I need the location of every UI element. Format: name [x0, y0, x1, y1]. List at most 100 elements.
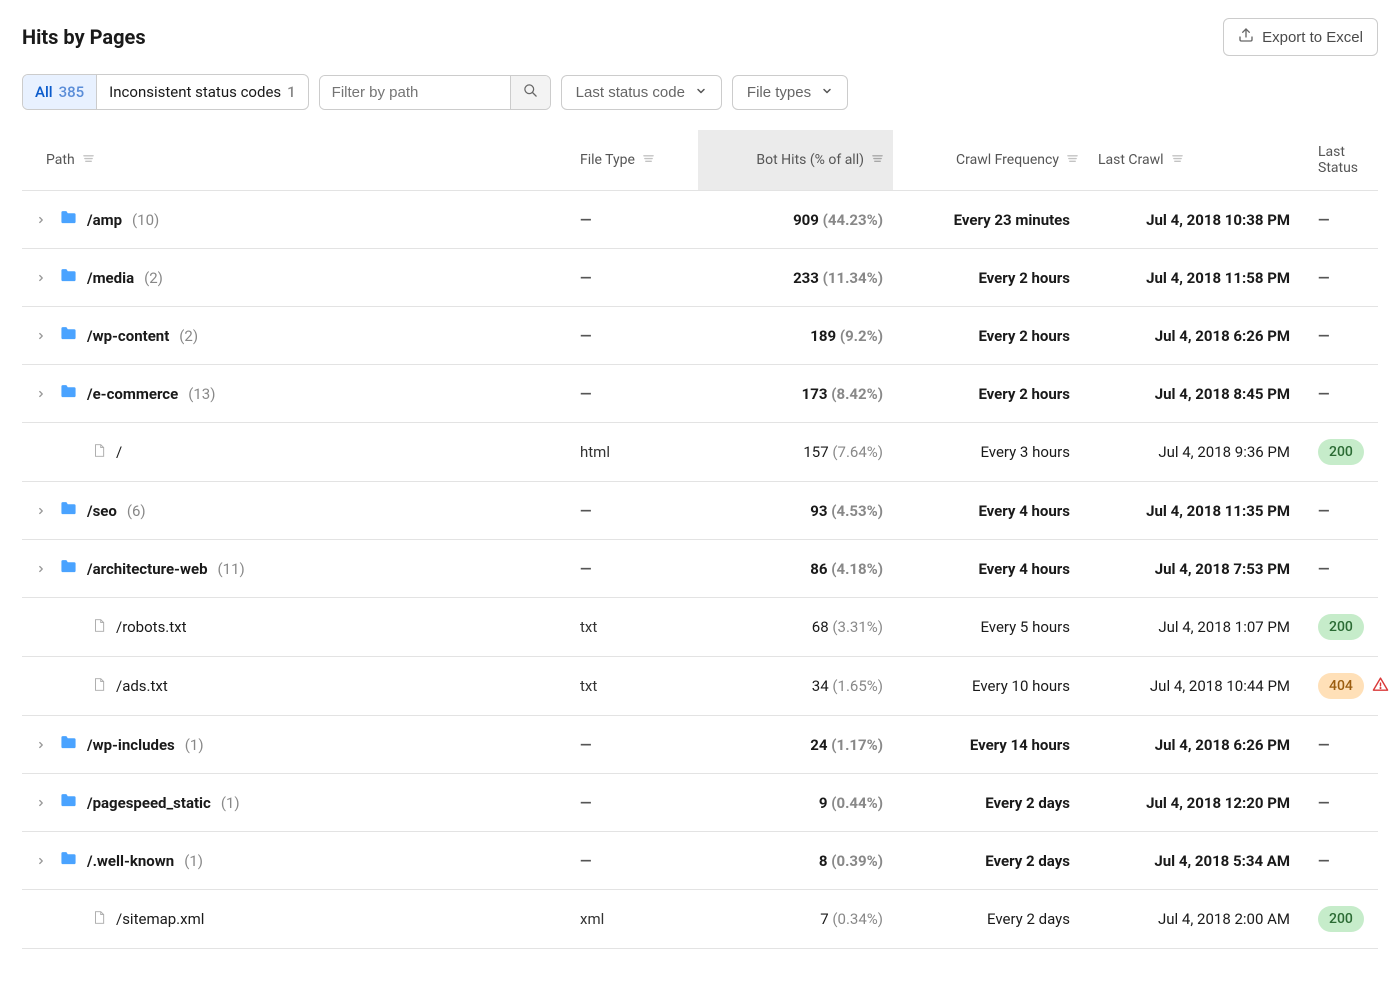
path-cell: /robots.txt — [22, 601, 570, 654]
laststatus-cell: 200 — [1308, 890, 1378, 948]
laststatus-cell: 200 — [1308, 598, 1378, 656]
status-badge: 200 — [1318, 439, 1364, 465]
path-cell: /e-commerce(13) — [22, 368, 570, 419]
table-row[interactable]: /sitemap.xmlxml7 (0.34%)Every 2 daysJul … — [22, 890, 1378, 949]
export-to-excel-button[interactable]: Export to Excel — [1223, 18, 1378, 56]
bothits-value: 24 — [810, 736, 827, 754]
path-count: (1) — [185, 736, 204, 754]
lastcrawl-cell: Jul 4, 2018 6:26 PM — [1088, 720, 1308, 770]
crawlfreq-cell: Every 5 hours — [893, 602, 1088, 652]
expand-chevron-icon[interactable] — [32, 211, 50, 229]
expand-chevron-icon[interactable] — [32, 852, 50, 870]
filetype-cell: — — [570, 195, 698, 245]
crawlfreq-cell: Every 3 hours — [893, 427, 1088, 477]
lastcrawl-cell: Jul 4, 2018 11:58 PM — [1088, 253, 1308, 303]
filetype-cell: txt — [570, 602, 698, 652]
expand-chevron-icon[interactable] — [32, 560, 50, 578]
bothits-cell: 173 (8.42%) — [698, 369, 893, 419]
laststatus-cell: — — [1308, 486, 1378, 536]
path-name: /sitemap.xml — [116, 910, 204, 928]
path-name: /ads.txt — [116, 677, 168, 695]
col-path-label: Path — [46, 152, 75, 168]
chevron-down-icon — [695, 84, 707, 101]
bothits-cell: 189 (9.2%) — [698, 311, 893, 361]
sort-icon — [872, 152, 883, 168]
bothits-cell: 93 (4.53%) — [698, 486, 893, 536]
filetype-cell: — — [570, 544, 698, 594]
tab-inconsistent[interactable]: Inconsistent status codes 1 — [97, 75, 308, 109]
table-row[interactable]: /amp(10)—909 (44.23%)Every 23 minutesJul… — [22, 191, 1378, 249]
folder-icon — [60, 326, 77, 345]
warning-icon — [1372, 676, 1389, 697]
lastcrawl-cell: Jul 4, 2018 12:20 PM — [1088, 778, 1308, 828]
table-row[interactable]: /html157 (7.64%)Every 3 hoursJul 4, 2018… — [22, 423, 1378, 482]
last-status-code-dropdown[interactable]: Last status code — [561, 75, 722, 110]
col-lastcrawl[interactable]: Last Crawl — [1088, 130, 1308, 190]
expand-chevron-icon[interactable] — [32, 269, 50, 287]
sort-icon — [1067, 152, 1078, 168]
expand-chevron-icon[interactable] — [32, 736, 50, 754]
sort-icon — [83, 152, 94, 168]
bothits-pct: (4.53%) — [831, 502, 883, 520]
path-cell: /wp-content(2) — [22, 310, 570, 361]
page-title: Hits by Pages — [22, 25, 146, 49]
col-filetype-label: File Type — [580, 152, 635, 168]
expand-chevron-icon[interactable] — [32, 385, 50, 403]
search-input[interactable] — [320, 76, 510, 109]
col-bothits[interactable]: Bot Hits (% of all) — [698, 130, 893, 190]
path-name: / — [116, 443, 122, 461]
lastcrawl-cell: Jul 4, 2018 9:36 PM — [1088, 427, 1308, 477]
col-path[interactable]: Path — [22, 130, 570, 190]
table-row[interactable]: /media(2)—233 (11.34%)Every 2 hoursJul 4… — [22, 249, 1378, 307]
bothits-cell: 9 (0.44%) — [698, 778, 893, 828]
table-row[interactable]: /wp-includes(1)—24 (1.17%)Every 14 hours… — [22, 716, 1378, 774]
table-row[interactable]: /e-commerce(13)—173 (8.42%)Every 2 hours… — [22, 365, 1378, 423]
table-row[interactable]: /.well-known(1)—8 (0.39%)Every 2 daysJul… — [22, 832, 1378, 890]
path-cell: /media(2) — [22, 252, 570, 303]
expand-chevron-icon[interactable] — [32, 327, 50, 345]
table-row[interactable]: /wp-content(2)—189 (9.2%)Every 2 hoursJu… — [22, 307, 1378, 365]
folder-icon — [60, 501, 77, 520]
bothits-pct: (0.39%) — [831, 852, 883, 870]
crawlfreq-cell: Every 4 hours — [893, 486, 1088, 536]
file-types-dropdown[interactable]: File types — [732, 75, 848, 110]
expand-chevron-icon[interactable] — [32, 502, 50, 520]
table-header: Path File Type Bot Hits (% of all) Crawl… — [22, 130, 1378, 191]
path-count: (10) — [132, 211, 159, 229]
filetype-cell: — — [570, 778, 698, 828]
table-row[interactable]: /seo(6)—93 (4.53%)Every 4 hoursJul 4, 20… — [22, 482, 1378, 540]
col-crawlfreq[interactable]: Crawl Frequency — [893, 130, 1088, 190]
table-row[interactable]: /pagespeed_static(1)—9 (0.44%)Every 2 da… — [22, 774, 1378, 832]
lastcrawl-cell: Jul 4, 2018 5:34 AM — [1088, 836, 1308, 886]
bothits-value: 909 — [793, 211, 819, 229]
table-row[interactable]: /robots.txttxt68 (3.31%)Every 5 hoursJul… — [22, 598, 1378, 657]
bothits-value: 68 — [812, 618, 829, 636]
path-cell: /amp(10) — [22, 194, 570, 245]
crawlfreq-cell: Every 10 hours — [893, 661, 1088, 711]
col-crawlfreq-label: Crawl Frequency — [956, 152, 1059, 168]
file-icon — [92, 442, 106, 463]
filetype-cell: — — [570, 486, 698, 536]
bothits-pct: (8.42%) — [831, 385, 883, 403]
bothits-cell: 86 (4.18%) — [698, 544, 893, 594]
path-cell: /wp-includes (1) — [22, 719, 570, 770]
path-name: /wp-includes — [87, 736, 175, 754]
filetype-cell: xml — [570, 894, 698, 944]
table-row[interactable]: /architecture-web(11)—86 (4.18%)Every 4 … — [22, 540, 1378, 598]
bothits-pct: (7.64%) — [832, 443, 883, 461]
expand-chevron-icon[interactable] — [32, 794, 50, 812]
col-filetype[interactable]: File Type — [570, 130, 698, 190]
path-count: (11) — [218, 560, 245, 578]
laststatus-cell: — — [1308, 778, 1378, 828]
bothits-pct: (3.31%) — [832, 618, 883, 636]
search-button[interactable] — [510, 76, 550, 109]
bothits-value: 157 — [803, 443, 828, 461]
bothits-value: 233 — [793, 269, 819, 287]
tab-all[interactable]: All 385 — [23, 75, 97, 109]
dropdown-status-label: Last status code — [576, 84, 685, 101]
table-row[interactable]: /ads.txttxt34 (1.65%)Every 10 hoursJul 4… — [22, 657, 1378, 716]
bothits-cell: 68 (3.31%) — [698, 602, 893, 652]
path-cell: / — [22, 426, 570, 479]
lastcrawl-cell: Jul 4, 2018 10:38 PM — [1088, 195, 1308, 245]
col-bothits-label: Bot Hits (% of all) — [756, 152, 864, 168]
